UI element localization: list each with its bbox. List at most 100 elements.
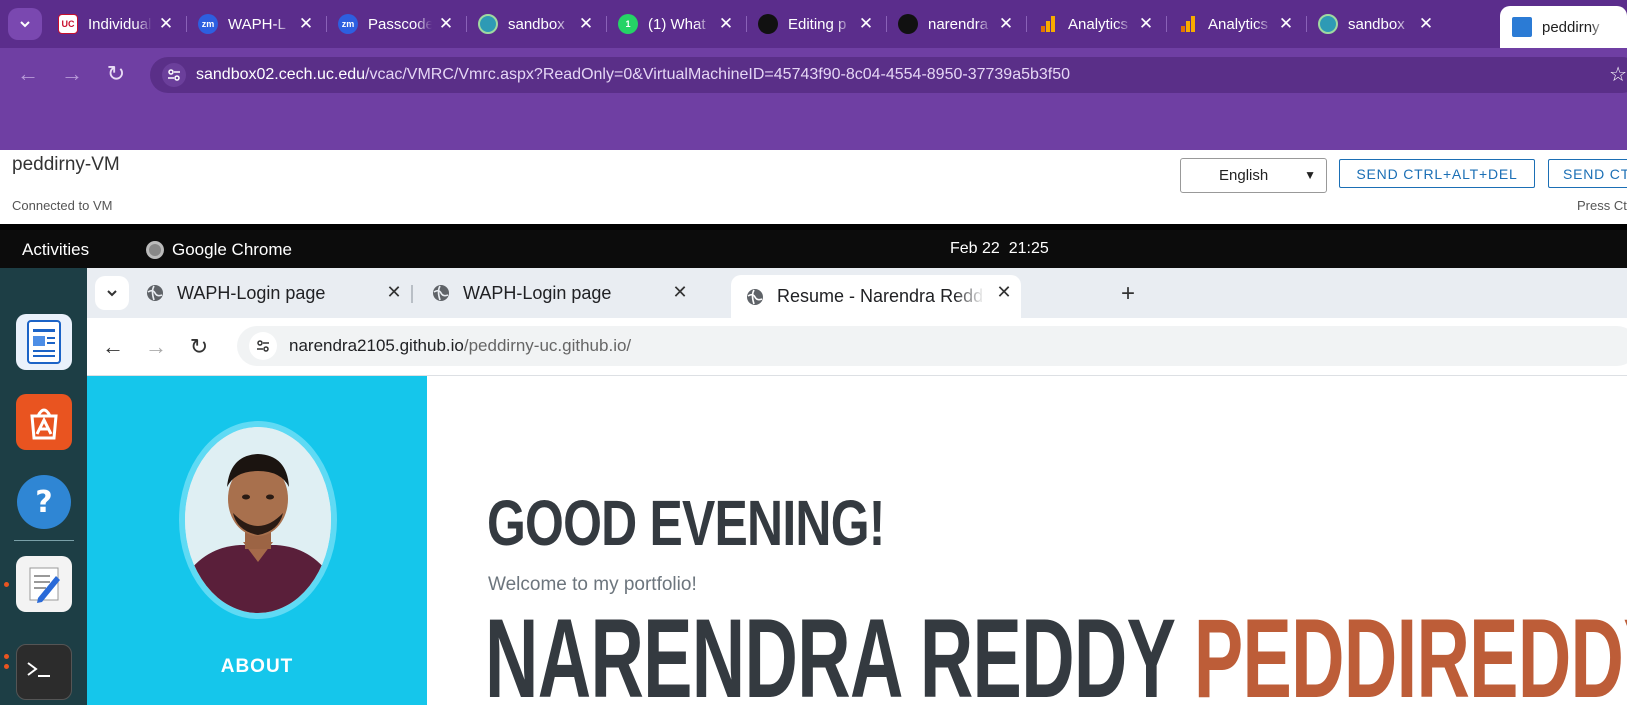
outer-tab[interactable]: zm WAPH-L ✕ bbox=[186, 6, 327, 42]
dock-separator bbox=[14, 540, 74, 541]
tab-title: WAPH-Login page bbox=[177, 282, 326, 303]
site-info-icon[interactable] bbox=[162, 63, 186, 87]
text-editor-icon[interactable] bbox=[16, 556, 72, 612]
forward-icon[interactable]: → bbox=[60, 62, 84, 86]
close-icon[interactable]: ✕ bbox=[576, 14, 596, 34]
svg-text:?: ? bbox=[35, 485, 52, 520]
keyboard-hint: Press Ct bbox=[1577, 198, 1627, 213]
github-icon bbox=[898, 14, 918, 34]
inner-tab[interactable]: WAPH-Login page ✕ bbox=[417, 275, 697, 311]
outer-tab[interactable]: sandbox ✕ bbox=[466, 6, 607, 42]
forward-icon[interactable]: → bbox=[144, 334, 168, 360]
close-icon[interactable]: ✕ bbox=[1276, 14, 1296, 34]
close-icon[interactable]: ✕ bbox=[669, 282, 691, 303]
inner-tab-strip: WAPH-Login page ✕ WAPH-Login page ✕ Resu… bbox=[87, 268, 1627, 318]
outer-tab-active[interactable]: peddirny bbox=[1500, 6, 1627, 48]
outer-tab[interactable]: Analytics ✕ bbox=[1166, 6, 1307, 42]
github-icon bbox=[758, 14, 778, 34]
nav-about-link[interactable]: ABOUT bbox=[87, 656, 427, 678]
reload-icon[interactable]: ↻ bbox=[104, 62, 128, 86]
back-icon[interactable]: ← bbox=[16, 62, 40, 86]
running-indicator bbox=[4, 664, 9, 669]
tab-title: Individual bbox=[88, 15, 152, 33]
analytics-icon bbox=[1038, 14, 1058, 34]
close-icon[interactable]: ✕ bbox=[716, 14, 736, 34]
tab-search-button[interactable] bbox=[8, 8, 42, 40]
vmrc-header: peddirny-VM Connected to VM English ▼ SE… bbox=[0, 150, 1627, 224]
outer-tab[interactable]: UC Individual ✕ bbox=[46, 6, 187, 42]
tab-title: sandbox bbox=[508, 15, 565, 33]
close-icon[interactable]: ✕ bbox=[856, 14, 876, 34]
analytics-icon bbox=[1178, 14, 1198, 34]
inner-toolbar: ← → ↻ narendra2105.github.io/peddirny-uc… bbox=[87, 318, 1627, 376]
outer-toolbar: ← → ↻ sandbox02.cech.uc.edu/vcac/VMRC/Vm… bbox=[0, 48, 1627, 100]
vm-name: peddirny-VM bbox=[12, 154, 120, 175]
tab-title: peddirny bbox=[1542, 18, 1600, 36]
close-icon[interactable]: ✕ bbox=[996, 14, 1016, 34]
app-center-icon[interactable] bbox=[16, 394, 72, 450]
close-icon[interactable]: ✕ bbox=[436, 14, 456, 34]
tab-title: sandbox bbox=[1348, 15, 1405, 33]
send-ctrl-alt-del-button[interactable]: SEND CTRL+ALT+DEL bbox=[1339, 159, 1535, 188]
first-name: NARENDRA REDDY bbox=[485, 596, 1175, 705]
ubuntu-dock: ? bbox=[0, 268, 87, 705]
close-icon[interactable]: ✕ bbox=[1136, 14, 1156, 34]
tab-title: Passcode bbox=[368, 15, 432, 33]
welcome-text: Welcome to my portfolio! bbox=[488, 574, 697, 595]
outer-tab[interactable]: zm Passcode ✕ bbox=[326, 6, 467, 42]
inner-browser-window: WAPH-Login page ✕ WAPH-Login page ✕ Resu… bbox=[87, 268, 1627, 376]
inner-address-bar[interactable]: narendra2105.github.io/peddirny-uc.githu… bbox=[237, 326, 1627, 366]
tab-title: WAPH-Login page bbox=[463, 282, 612, 303]
tab-search-button[interactable] bbox=[95, 276, 129, 310]
globe-icon bbox=[747, 288, 763, 305]
terminal-icon[interactable] bbox=[16, 644, 72, 700]
outer-address-bar[interactable]: sandbox02.cech.uc.edu/vcac/VMRC/Vmrc.asp… bbox=[150, 57, 1627, 93]
clock[interactable]: Feb 22 21:25 bbox=[950, 240, 1049, 258]
help-icon[interactable]: ? bbox=[16, 474, 72, 530]
inner-url: narendra2105.github.io/peddirny-uc.githu… bbox=[289, 336, 632, 355]
outer-tab[interactable]: Editing p ✕ bbox=[746, 6, 887, 42]
monitor-icon bbox=[1512, 17, 1532, 37]
close-icon[interactable]: ✕ bbox=[156, 14, 176, 34]
name-heading: NARENDRA REDDY PEDDIREDDY bbox=[485, 594, 1627, 705]
outer-tab[interactable]: narendra ✕ bbox=[886, 6, 1027, 42]
site-info-icon[interactable] bbox=[249, 332, 277, 360]
outer-tab[interactable]: sandbox ✕ bbox=[1306, 6, 1446, 42]
close-icon[interactable]: ✕ bbox=[993, 282, 1015, 303]
keyboard-language-select[interactable]: English ▼ bbox=[1180, 158, 1327, 193]
close-icon[interactable]: ✕ bbox=[1416, 14, 1436, 34]
activities-button[interactable]: Activities bbox=[22, 240, 89, 260]
tab-title: Analytics bbox=[1068, 15, 1129, 33]
vm-console[interactable]: Activities Google Chrome Feb 22 21:25 ? bbox=[0, 230, 1627, 705]
uc-logo-icon: UC bbox=[58, 14, 78, 34]
screen: UC Individual ✕ zm WAPH-L ✕ zm Passcode … bbox=[0, 0, 1627, 705]
close-icon[interactable]: ✕ bbox=[383, 282, 405, 303]
bookmark-star-icon[interactable]: ☆ bbox=[1609, 62, 1627, 87]
portfolio-sidebar: ABOUT bbox=[87, 376, 427, 705]
app-menu[interactable]: Google Chrome bbox=[146, 240, 292, 260]
profile-photo bbox=[185, 427, 331, 613]
greeting-heading: GOOD EVENING! bbox=[487, 487, 885, 559]
send-ctrl-button[interactable]: SEND CT bbox=[1548, 159, 1627, 188]
new-tab-button[interactable]: + bbox=[1121, 280, 1135, 308]
tab-title: Editing p bbox=[788, 15, 847, 33]
chevron-down-icon bbox=[20, 21, 30, 28]
tab-title: narendra bbox=[928, 15, 989, 33]
close-icon[interactable]: ✕ bbox=[296, 14, 316, 34]
outer-tab[interactable]: 1 (1) What ✕ bbox=[606, 6, 747, 42]
tab-title: Resume - Narendra Redd bbox=[777, 286, 984, 306]
last-name: PEDDIREDDY bbox=[1193, 596, 1627, 705]
chevron-down-icon: ▼ bbox=[1304, 168, 1316, 182]
chrome-icon bbox=[146, 241, 164, 259]
running-indicator bbox=[4, 654, 9, 659]
inner-tab-active[interactable]: Resume - Narendra Redd ✕ bbox=[731, 275, 1021, 318]
whatsapp-icon: 1 bbox=[618, 14, 638, 34]
libreoffice-writer-icon[interactable] bbox=[16, 314, 72, 370]
outer-tab[interactable]: Analytics ✕ bbox=[1026, 6, 1167, 42]
inner-tab[interactable]: WAPH-Login page ✕ bbox=[131, 275, 413, 311]
back-icon[interactable]: ← bbox=[101, 334, 125, 360]
globe-icon bbox=[1318, 14, 1338, 34]
outer-browser-chrome: UC Individual ✕ zm WAPH-L ✕ zm Passcode … bbox=[0, 0, 1627, 150]
vm-connection-status: Connected to VM bbox=[12, 198, 113, 213]
reload-icon[interactable]: ↻ bbox=[187, 334, 211, 360]
